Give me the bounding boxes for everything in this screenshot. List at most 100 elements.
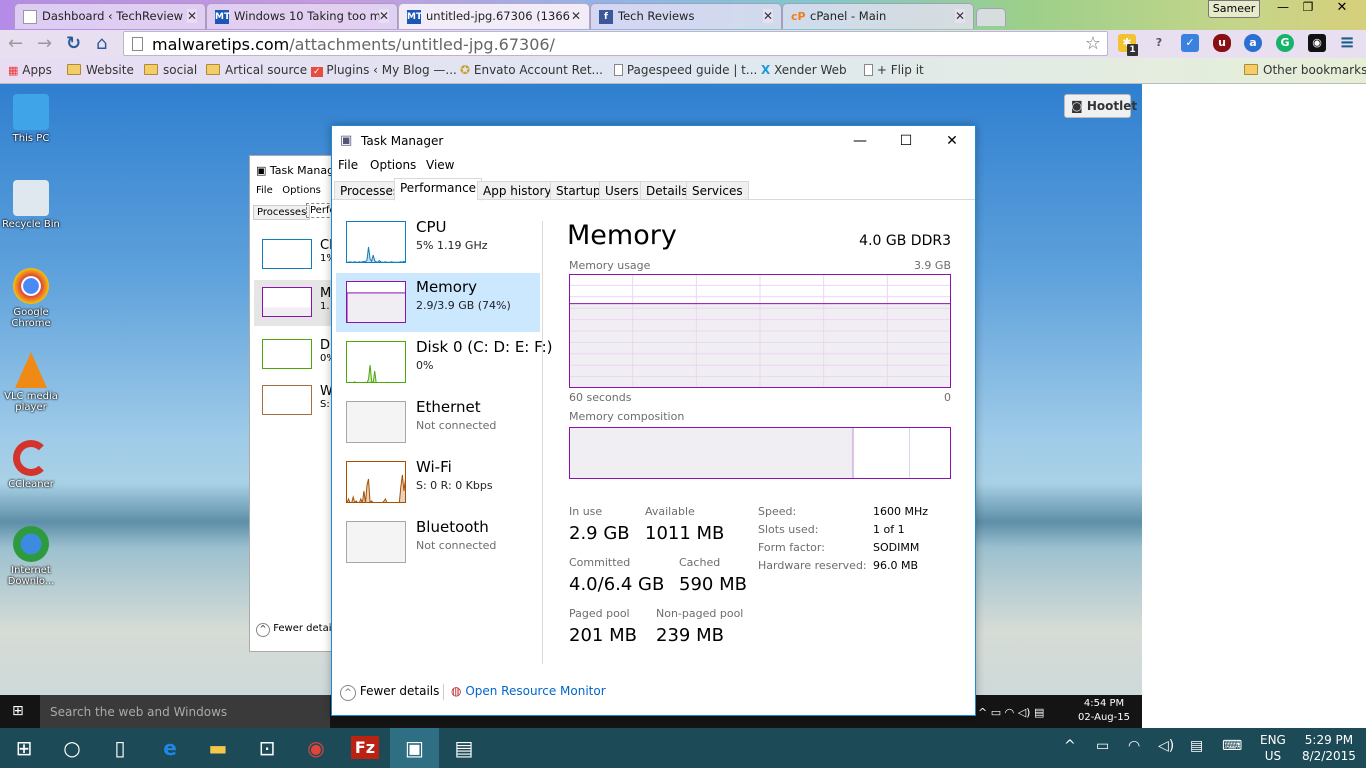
browser-tab[interactable]: MT Windows 10 Taking too m ✕ (206, 3, 398, 29)
resource-sub: Not connected (416, 539, 497, 552)
clock[interactable]: 5:29 PM 8/2/2015 (1302, 732, 1356, 764)
resource-item-disk[interactable]: Disk 0 (C: D: E: F:) 0% (336, 333, 553, 392)
bookmark-folder[interactable]: Artical source (206, 63, 307, 77)
volume-icon[interactable]: ◁) (1158, 738, 1174, 754)
resource-item-cpu[interactable]: CPU 5% 1.19 GHz (336, 213, 540, 272)
profile-button[interactable]: Sameer (1208, 0, 1260, 18)
other-bookmarks[interactable]: Other bookmarks (1244, 63, 1366, 77)
wifi-thumbnail (262, 385, 312, 415)
extension-check-icon[interactable]: ✓ (1181, 34, 1199, 52)
task-manager-taskbar-icon[interactable]: ▣ (390, 728, 439, 768)
usage-label: Memory usage (569, 259, 651, 272)
close-window-button[interactable]: ✕ (1322, 0, 1362, 18)
cortana-button[interactable]: ○ (48, 728, 96, 768)
extension-question-icon[interactable]: ? (1150, 34, 1168, 52)
close-tab-icon[interactable]: ✕ (570, 9, 581, 23)
start-button[interactable]: ⊞ (0, 728, 48, 768)
menu-file[interactable]: File (256, 185, 273, 196)
home-icon[interactable]: ⌂ (96, 33, 107, 54)
resource-item-ethernet[interactable]: Ethernet Not connected (336, 393, 540, 452)
resource-item-bluetooth[interactable]: Bluetooth Not connected (336, 513, 540, 572)
hootsuite-owl-icon[interactable]: ◉ (1308, 34, 1326, 52)
stat-committed: 4.0/6.4 GB (569, 574, 665, 595)
file-explorer-icon[interactable]: ▬ (194, 728, 242, 768)
tab-app-history[interactable]: App history (477, 181, 558, 200)
bookmark-link[interactable]: ✪ Envato Account Ret... (460, 63, 603, 77)
browser-tab[interactable]: cP cPanel - Main ✕ (782, 3, 974, 29)
edge-icon[interactable]: e (146, 728, 194, 768)
fewer-details-button[interactable]: ^ Fewer details (340, 684, 439, 701)
desktop-icon-this-pc[interactable]: This PC (2, 94, 60, 144)
tab-performance[interactable]: Performance (394, 178, 483, 201)
resource-item-wi-fi[interactable]: Wi-Fi S: 0 R: 0 Kbps (336, 453, 540, 512)
fewer-details-button[interactable]: ^ Fewer detail (256, 623, 332, 637)
show-hidden-icons[interactable]: ^ (1064, 738, 1076, 754)
language-indicator[interactable]: ENG US (1260, 732, 1286, 764)
desktop-icon-vlc[interactable]: VLC media player (2, 352, 60, 413)
ublock-icon[interactable]: u (1213, 34, 1231, 52)
menu-view[interactable]: View (426, 158, 454, 172)
bookmark-apps[interactable]: ▦ Apps (8, 63, 52, 77)
date: 8/2/2015 (1302, 749, 1356, 763)
hootlet-button[interactable]: ◙ Hootlet (1064, 94, 1137, 118)
bookmark-link[interactable]: ✓ Plugins ‹ My Blog —... (311, 63, 457, 77)
maximize-button[interactable]: ☐ (883, 128, 929, 154)
store-icon[interactable]: ⊡ (243, 728, 291, 768)
address-bar[interactable]: malwaretips.com/attachments/untitled-jpg… (123, 31, 1108, 56)
browser-tab[interactable]: Dashboard ‹ TechReview ✕ (14, 3, 206, 29)
bookmark-folder[interactable]: social (144, 63, 197, 77)
close-tab-icon[interactable]: ✕ (762, 9, 773, 23)
bookmark-link[interactable]: Pagespeed guide | t... (614, 63, 757, 77)
restore-button[interactable]: ❐ (1296, 0, 1320, 18)
tab-processes[interactable]: Processes (253, 205, 311, 220)
idm-icon (13, 526, 49, 562)
action-center-icon[interactable]: ▤ (1190, 738, 1203, 754)
close-tab-icon[interactable]: ✕ (954, 9, 965, 23)
stat-available: 1011 MB (645, 523, 725, 544)
windows-logo-icon: ⊞ (12, 703, 24, 719)
desktop-icon-ccleaner[interactable]: CCleaner (2, 440, 60, 490)
url-host: malwaretips.com (152, 35, 290, 54)
resource-item-memory[interactable]: Memory 2.9/3.9 GB (74%) (336, 273, 540, 332)
filezilla-icon[interactable]: Fz (341, 728, 389, 768)
forward-icon[interactable]: → (37, 33, 52, 54)
grammarly-icon[interactable]: G (1276, 34, 1294, 52)
new-tab-button[interactable] (976, 8, 1006, 26)
chrome-icon[interactable]: ◉ (292, 728, 340, 768)
wifi-icon[interactable]: ◠ (1128, 738, 1140, 754)
task-view-button[interactable]: ▯ (96, 728, 144, 768)
bookmark-link[interactable]: + Flip it (864, 63, 924, 77)
close-tab-icon[interactable]: ✕ (186, 9, 197, 23)
minimize-button[interactable]: — (1270, 0, 1296, 18)
battery-icon[interactable]: ▭ (1096, 738, 1109, 754)
menu-options[interactable]: Options (282, 185, 321, 196)
close-button[interactable]: ✕ (929, 128, 975, 154)
url-path: /attachments/untitled-jpg.67306/ (289, 35, 555, 54)
tab-performance[interactable]: Perfo (306, 203, 332, 218)
reload-icon[interactable]: ↻ (66, 33, 81, 54)
screenshot-tray-icons: ^ ▭ ◠ ◁) ▤ (978, 706, 1045, 719)
bookmark-link[interactable]: X Xender Web (761, 63, 847, 77)
menu-file[interactable]: File (338, 158, 358, 172)
icon-label: Google Chrome (11, 307, 51, 329)
bookmark-folder[interactable]: Website (67, 63, 134, 77)
back-icon[interactable]: ← (8, 33, 23, 54)
menu-options[interactable]: Options (370, 158, 416, 172)
chrome-menu-icon[interactable]: ≡ (1338, 34, 1356, 52)
minimize-button[interactable]: — (837, 128, 883, 154)
bookmark-star-icon[interactable]: ☆ (1085, 33, 1101, 54)
browser-tab[interactable]: f Tech Reviews ✕ (590, 3, 782, 29)
keyboard-icon[interactable]: ⌨ (1222, 738, 1242, 754)
open-resource-monitor-link[interactable]: ◍ Open Resource Monitor (451, 684, 606, 698)
extension-a-icon[interactable]: a (1244, 34, 1262, 52)
tab-services[interactable]: Services (686, 181, 749, 200)
browser-tab-active[interactable]: MT untitled-jpg.67306 (1366× ✕ (398, 3, 590, 29)
desktop-icon-chrome[interactable]: Google Chrome (2, 268, 60, 329)
window-app-icon[interactable]: ▤ (440, 728, 488, 768)
desktop-icon-recycle-bin[interactable]: Recycle Bin (2, 180, 60, 230)
spec-key: Speed: (758, 505, 797, 518)
item-sub: S: (320, 399, 330, 410)
tab-users[interactable]: Users (599, 181, 645, 200)
close-tab-icon[interactable]: ✕ (378, 9, 389, 23)
desktop-icon-idm[interactable]: Internet Downlo... (2, 526, 60, 587)
